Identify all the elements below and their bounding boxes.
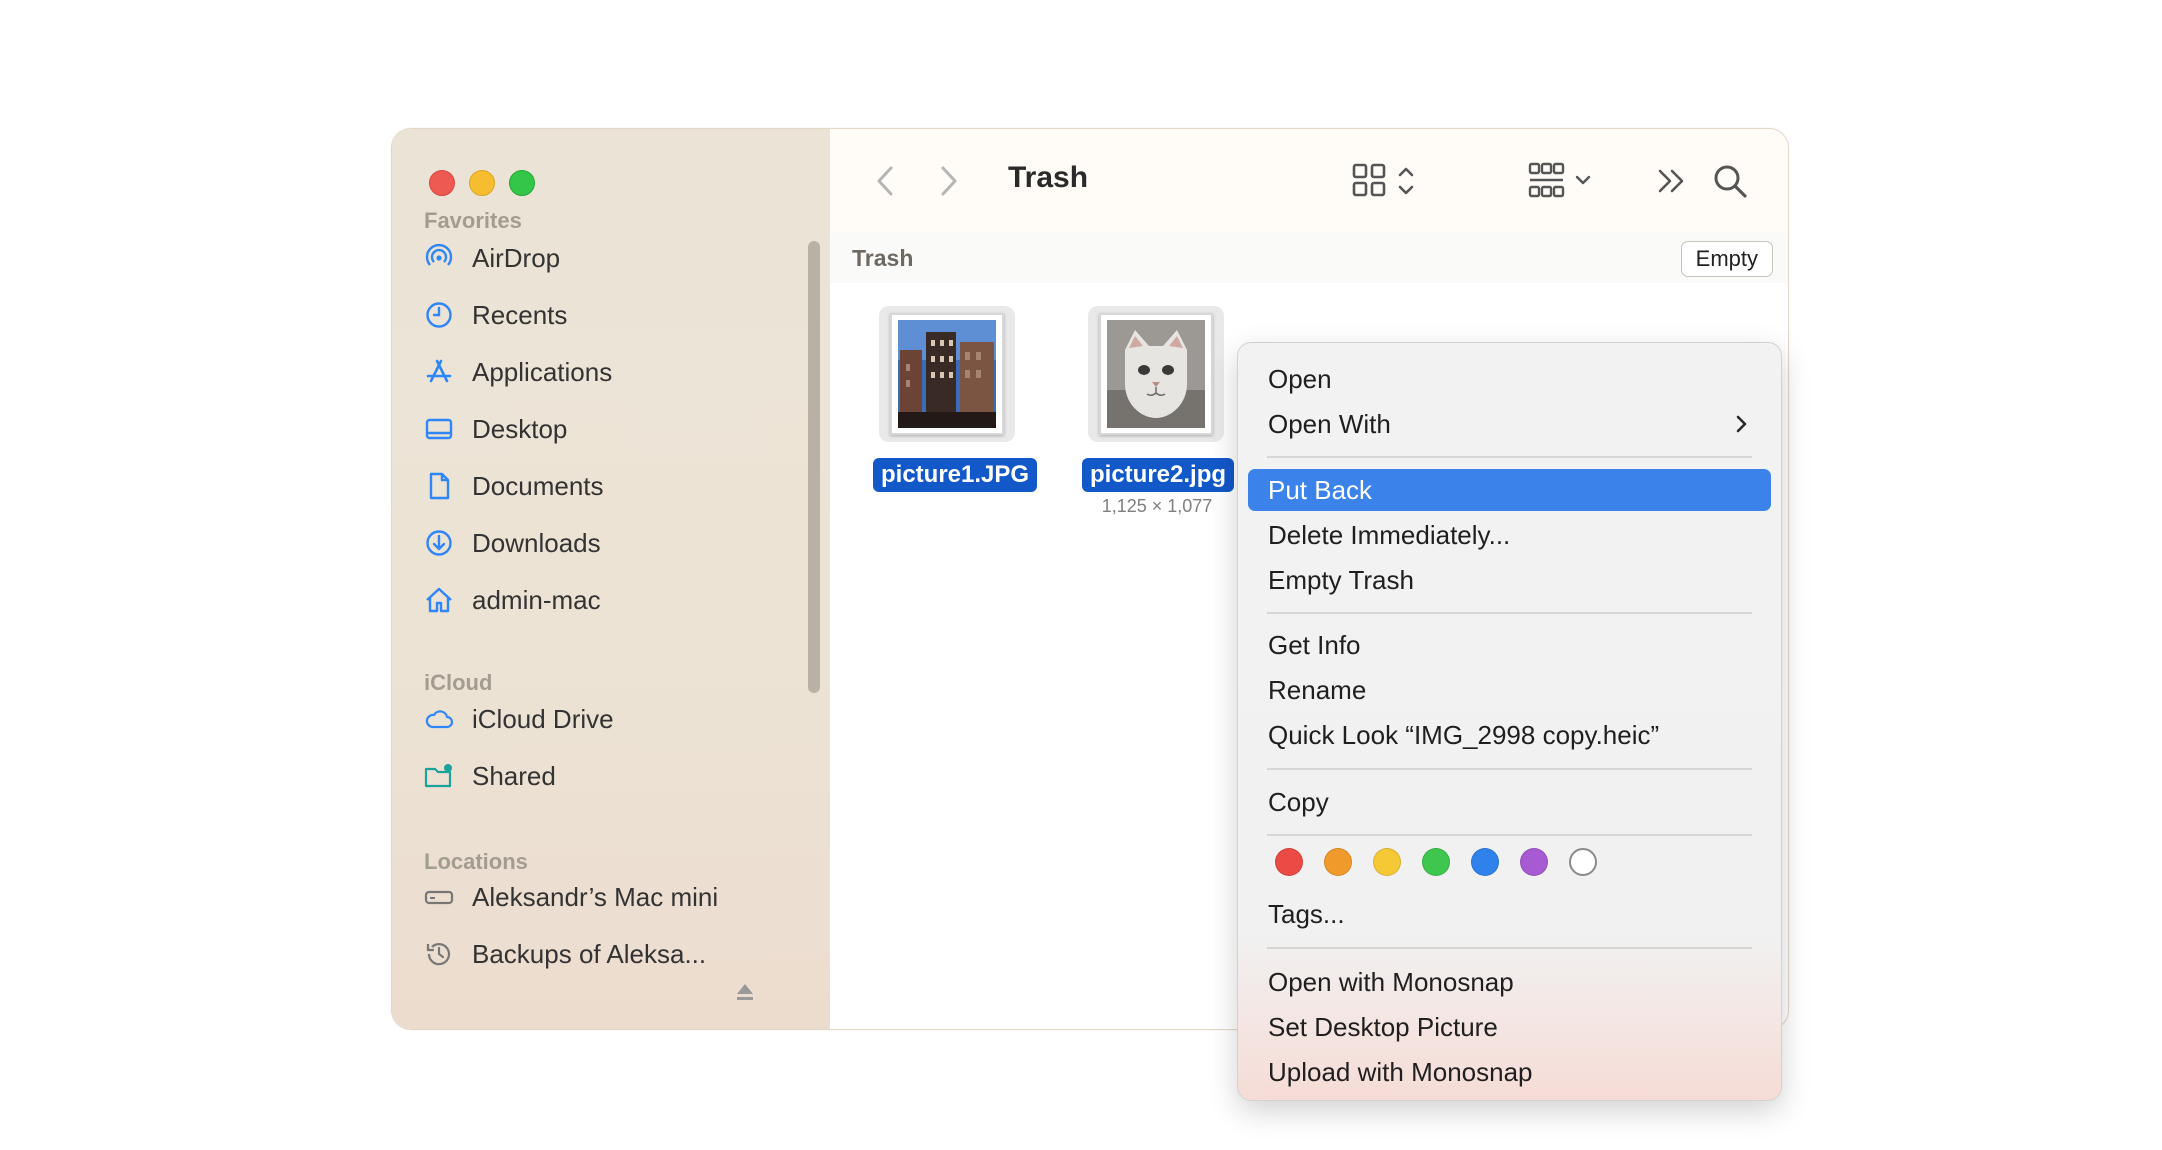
tag-purple-dot[interactable]	[1520, 848, 1548, 876]
image-dimensions: 1,125 × 1,077	[1101, 496, 1213, 516]
tag-none-dot[interactable]	[1569, 848, 1597, 876]
menu-item-open-with[interactable]: Open With	[1248, 403, 1771, 445]
trash-header-bar: Trash Empty	[830, 233, 1788, 284]
zoom-window-button[interactable]	[509, 170, 535, 196]
view-mode-button[interactable]	[1350, 161, 1426, 201]
forward-button[interactable]	[934, 161, 964, 201]
menu-item-open[interactable]: Open	[1248, 358, 1771, 400]
sidebar-section-favorites: Favorites	[424, 208, 522, 233]
back-button[interactable]	[870, 161, 900, 201]
menu-item-put-back[interactable]: Put Back	[1248, 469, 1771, 511]
menu-item-copy[interactable]: Copy	[1248, 781, 1771, 823]
menu-separator	[1267, 768, 1752, 770]
menu-item-empty-trash[interactable]: Empty Trash	[1248, 559, 1771, 601]
search-button[interactable]	[1710, 161, 1750, 201]
sidebar-item-label: Applications	[472, 356, 613, 387]
desktop-icon	[424, 414, 454, 444]
download-icon	[424, 528, 454, 558]
menu-separator	[1267, 947, 1752, 949]
menu-item-tags[interactable]: Tags...	[1248, 893, 1771, 935]
tag-yellow-dot[interactable]	[1373, 848, 1401, 876]
sidebar-section-icloud: iCloud	[424, 670, 493, 695]
sidebar-item-shared[interactable]: Shared	[424, 754, 556, 798]
minimize-window-button[interactable]	[469, 170, 495, 196]
time-machine-icon	[424, 939, 454, 969]
sidebar-item-downloads[interactable]: Downloads	[424, 521, 601, 565]
file-name[interactable]: picture2.jpg	[1082, 458, 1235, 492]
toolbar: Trash	[830, 129, 1788, 234]
clock-icon	[424, 300, 454, 330]
context-menu: Open Open With Put Back Delete Immediate…	[1237, 342, 1782, 1101]
sidebar-item-backups[interactable]: Backups of Aleksa...	[424, 932, 706, 976]
tag-green-dot[interactable]	[1422, 848, 1450, 876]
document-icon	[424, 471, 454, 501]
sidebar: Favorites AirDrop Recents Applications D…	[392, 129, 831, 1029]
sidebar-item-label: iCloud Drive	[472, 703, 614, 734]
home-icon	[424, 585, 454, 615]
sidebar-item-airdrop[interactable]: AirDrop	[424, 236, 560, 280]
group-by-button[interactable]	[1527, 161, 1603, 201]
grid-view-icon	[1352, 163, 1414, 197]
menu-item-delete-immediately[interactable]: Delete Immediately...	[1248, 514, 1771, 556]
more-toolbar-button[interactable]	[1654, 163, 1690, 199]
computer-icon	[424, 882, 454, 912]
file-name[interactable]: picture1.JPG	[873, 458, 1038, 492]
close-window-button[interactable]	[429, 170, 455, 196]
applications-icon	[424, 357, 454, 387]
sidebar-section-locations: Locations	[424, 849, 528, 874]
sidebar-item-documents[interactable]: Documents	[424, 464, 604, 508]
menu-item-upload-with-monosnap[interactable]: Upload with Monosnap	[1248, 1051, 1771, 1093]
sidebar-item-label: Recents	[472, 299, 568, 330]
menu-item-rename[interactable]: Rename	[1248, 669, 1771, 711]
sidebar-item-label: Backups of Aleksa...	[472, 938, 707, 969]
airdrop-icon	[424, 243, 454, 273]
shared-folder-icon	[424, 761, 454, 791]
menu-item-quick-look[interactable]: Quick Look “IMG_2998 copy.heic”	[1248, 714, 1771, 756]
sidebar-item-label: Aleksandr’s Mac mini	[472, 881, 719, 912]
double-chevron-icon	[1658, 169, 1684, 193]
search-icon	[1714, 165, 1747, 198]
cloud-icon	[424, 704, 454, 734]
sidebar-item-icloud-drive[interactable]: iCloud Drive	[424, 697, 614, 741]
menu-separator	[1267, 456, 1752, 458]
sidebar-item-label: Documents	[472, 470, 604, 501]
menu-item-open-with-monosnap[interactable]: Open with Monosnap	[1248, 961, 1771, 1003]
sidebar-item-label: AirDrop	[472, 242, 561, 273]
menu-item-label: Open With	[1268, 409, 1391, 439]
photo-thumbnail-cat	[1107, 320, 1205, 428]
chevron-left-icon	[877, 166, 893, 196]
file-thumbnail[interactable]	[1088, 306, 1224, 442]
sidebar-item-label: Shared	[472, 760, 556, 791]
sidebar-item-label: Desktop	[472, 413, 568, 444]
sidebar-item-applications[interactable]: Applications	[424, 350, 612, 394]
sidebar-scrollbar[interactable]	[808, 241, 820, 693]
eject-icon[interactable]	[734, 981, 756, 1003]
sidebar-item-desktop[interactable]: Desktop	[424, 407, 567, 451]
location-label: Trash	[852, 245, 914, 271]
menu-separator	[1267, 612, 1752, 614]
tag-orange-dot[interactable]	[1324, 848, 1352, 876]
chevron-right-icon	[1735, 403, 1749, 457]
photo-thumbnail-buildings	[898, 320, 996, 428]
empty-trash-button[interactable]: Empty	[1680, 241, 1773, 277]
tag-red-dot[interactable]	[1275, 848, 1303, 876]
file-thumbnail[interactable]	[879, 306, 1015, 442]
tag-blue-dot[interactable]	[1471, 848, 1499, 876]
sidebar-item-admin-mac[interactable]: admin-mac	[424, 578, 601, 622]
sidebar-item-recents[interactable]: Recents	[424, 293, 567, 337]
sidebar-item-label: Downloads	[472, 527, 601, 558]
sidebar-item-mac-mini[interactable]: Aleksandr’s Mac mini	[424, 875, 718, 919]
sidebar-item-label: admin-mac	[472, 584, 601, 615]
chevron-right-icon	[941, 166, 957, 196]
group-icon	[1528, 162, 1591, 198]
menu-item-set-desktop-picture[interactable]: Set Desktop Picture	[1248, 1006, 1771, 1048]
menu-separator	[1267, 834, 1752, 836]
menu-item-get-info[interactable]: Get Info	[1248, 624, 1771, 666]
window-title: Trash	[1008, 161, 1089, 194]
